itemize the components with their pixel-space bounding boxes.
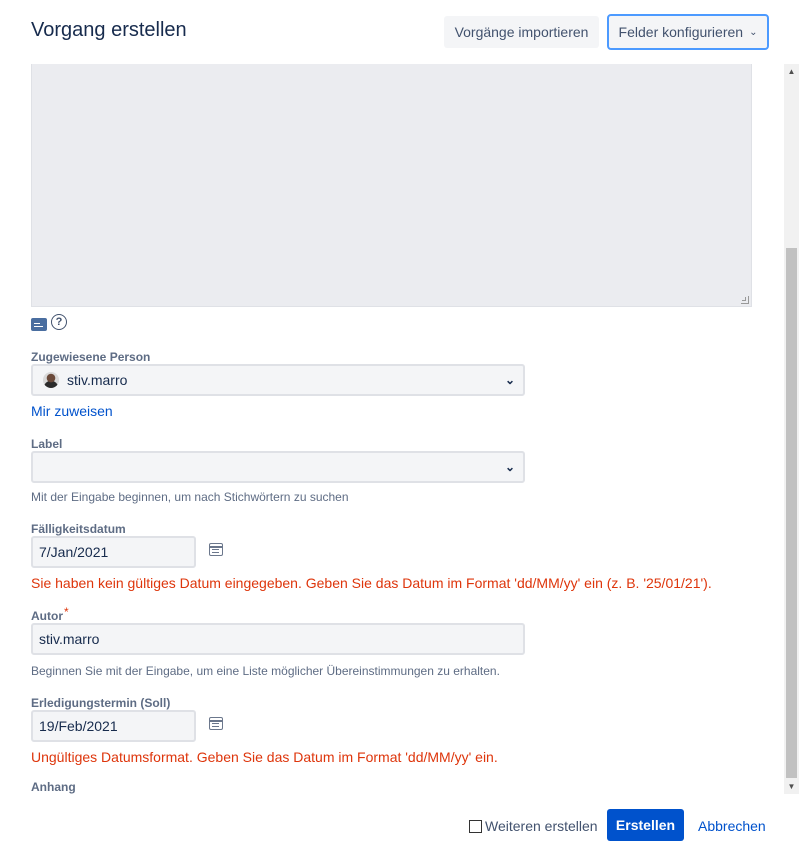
labels-select[interactable]: ⌄ [31,451,525,483]
create-button[interactable]: Erstellen [607,809,684,841]
question-circle-icon[interactable]: ? [51,314,67,330]
chevron-down-icon: ⌄ [749,26,758,38]
import-issues-button[interactable]: Vorgänge importieren [444,16,599,48]
scrollbar[interactable]: ▲ ▼ [784,64,799,794]
configure-fields-label: Felder konfigurieren [618,24,744,40]
scroll-up-arrow-icon[interactable]: ▲ [784,64,799,79]
labels-label: Label [31,437,63,451]
due-date-label: Fälligkeitsdatum [31,522,126,536]
create-another-label: Weiteren erstellen [485,818,598,834]
create-another-checkbox[interactable] [469,819,482,833]
resize-handle[interactable] [741,296,749,304]
description-toolbar: ? [31,313,67,331]
calendar-icon[interactable] [209,717,223,730]
description-textarea[interactable] [31,64,752,307]
text-mode-icon[interactable] [31,317,47,331]
avatar [43,372,59,388]
author-label: Autor* [31,605,69,623]
author-label-text: Autor [31,609,63,623]
dialog-header: Vorgang erstellen Vorgänge importieren F… [0,0,799,64]
due-date-error: Sie haben kein gültiges Datum eingegeben… [31,575,712,591]
assign-to-me-link[interactable]: Mir zuweisen [31,403,113,419]
author-input[interactable]: stiv.marro [31,623,525,655]
dialog-title: Vorgang erstellen [31,19,187,41]
dialog-footer: Weiteren erstellen Erstellen Abbrechen [0,794,799,858]
due-date-input[interactable]: 7/Jan/2021 [31,536,196,568]
author-hint: Beginnen Sie mit der Eingabe, um eine Li… [31,664,500,678]
target-date-label: Erledigungstermin (Soll) [31,696,171,710]
chevron-down-icon: ⌄ [504,460,515,474]
scrollbar-thumb[interactable] [786,248,797,778]
chevron-down-icon: ⌄ [504,373,515,387]
assignee-value: stiv.marro [67,372,128,388]
required-mark: * [64,605,69,619]
configure-fields-button[interactable]: Felder konfigurieren ⌄ [607,14,769,50]
assignee-label: Zugewiesene Person [31,350,151,364]
assignee-select[interactable]: stiv.marro ⌄ [31,364,525,396]
scroll-down-arrow-icon[interactable]: ▼ [784,779,799,794]
create-another-option[interactable]: Weiteren erstellen [469,818,598,834]
labels-hint: Mit der Eingabe beginnen, um nach Stichw… [31,490,349,504]
attachment-label: Anhang [31,780,76,794]
target-date-input[interactable]: 19/Feb/2021 [31,710,196,742]
dialog-body: ? Zugewiesene Person stiv.marro ⌄ Mir zu… [0,64,784,794]
calendar-icon[interactable] [209,543,223,556]
target-date-error: Ungültiges Datumsformat. Geben Sie das D… [31,749,498,765]
cancel-button[interactable]: Abbrechen [698,818,766,834]
